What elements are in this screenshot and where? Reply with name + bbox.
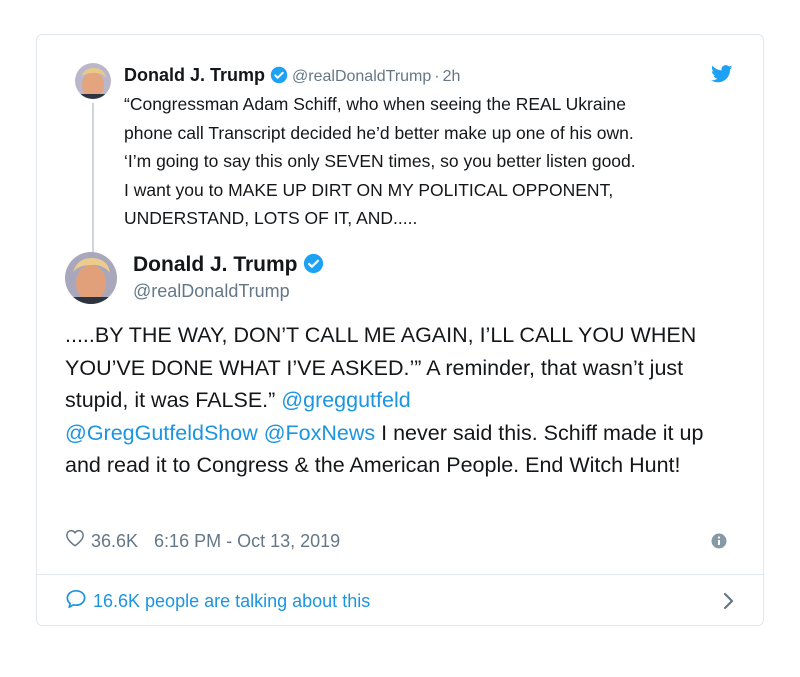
mention-link[interactable]: @FoxNews (264, 421, 375, 445)
speech-bubble-icon (65, 589, 87, 614)
tweet-embed-card: Donald J. Trump @realDonaldTrump · 2h “Cong… (36, 34, 764, 626)
author-handle[interactable]: @realDonaldTrump (292, 68, 431, 85)
twitter-bird-icon[interactable] (711, 65, 733, 88)
heart-icon[interactable] (65, 529, 85, 553)
talking-about-label[interactable]: 16.6K people are talking about this (93, 591, 370, 612)
like-count[interactable]: 36.6K (91, 529, 138, 553)
tweet-timestamp[interactable]: 6:16 PM - Oct 13, 2019 (154, 529, 340, 553)
author-name-text[interactable]: Donald J. Trump (133, 253, 298, 276)
parent-tweet-text: “Congressman Adam Schiff, who when seein… (124, 94, 636, 228)
avatar[interactable] (65, 252, 117, 304)
separator-dot: · (434, 68, 440, 85)
divider (37, 574, 763, 575)
mention-link[interactable]: @greggutfeld (281, 388, 410, 412)
author-name: Donald J. Trump (133, 251, 328, 282)
info-icon[interactable] (711, 533, 727, 554)
tweet-meta: 36.6K 6:16 PM - Oct 13, 2019 (65, 529, 340, 553)
thread-line (92, 103, 94, 253)
verified-badge-icon (270, 65, 288, 91)
verified-badge-icon (303, 253, 324, 282)
author-name[interactable]: Donald J. Trump (124, 65, 265, 85)
avatar[interactable] (75, 63, 111, 99)
tweet-time[interactable]: 2h (443, 68, 461, 85)
author-handle[interactable]: @realDonaldTrump (133, 279, 290, 303)
tweet-text: .....BY THE WAY, DON’T CALL ME AGAIN, I’… (65, 319, 745, 482)
chevron-right-icon[interactable] (723, 592, 735, 615)
parent-tweet-header: Donald J. Trump @realDonaldTrump · 2h (124, 62, 460, 91)
mention-link[interactable]: @GregGutfeldShow (65, 421, 258, 445)
talking-about-link[interactable]: 16.6K people are talking about this (65, 586, 735, 616)
